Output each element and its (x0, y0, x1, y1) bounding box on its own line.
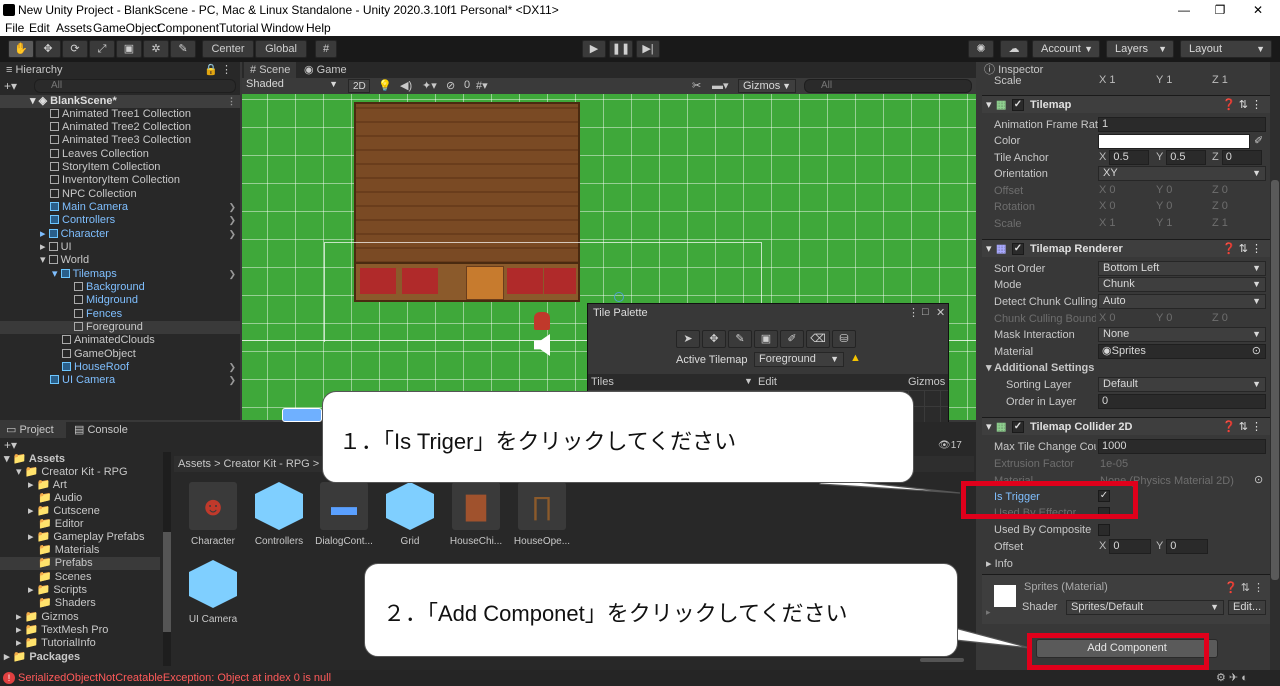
callout-step-1: １．「Is Triger」をクリックしてください (322, 391, 914, 483)
callout-pointer-2 (954, 627, 1031, 649)
callout-step-1-text: １．「Is Triger」をクリックしてください (339, 429, 737, 454)
highlight-is-trigger (961, 481, 1138, 519)
callout-step-2-text: ２．「Add Componet」をクリックしてください (383, 601, 848, 626)
highlight-add-component (1027, 633, 1209, 670)
callout-step-2: ２．「Add Componet」をクリックしてください (364, 563, 958, 657)
